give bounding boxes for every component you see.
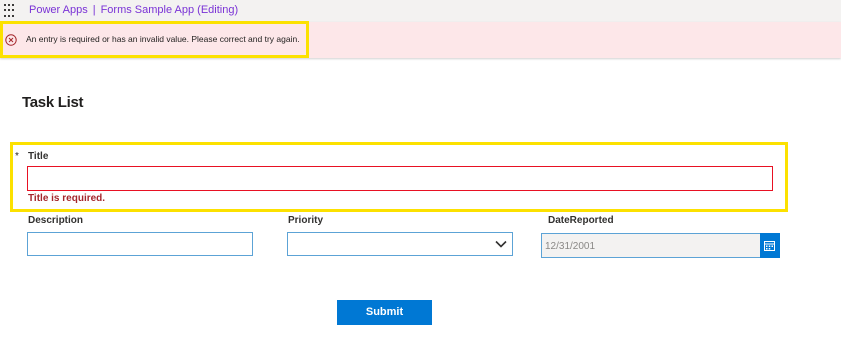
calendar-button[interactable] (760, 233, 780, 258)
error-banner-message: An entry is required or has an invalid v… (26, 34, 300, 44)
error-banner: An entry is required or has an invalid v… (0, 22, 841, 58)
form-title: Task List (22, 94, 84, 111)
title-error-message: Title is required. (28, 193, 106, 204)
date-reported-input[interactable]: 12/31/2001 (541, 233, 761, 258)
app-name[interactable]: Power Apps (29, 4, 88, 16)
priority-label: Priority (288, 215, 324, 226)
app-header: Power Apps | Forms Sample App (Editing) (0, 0, 841, 22)
title-label: Title (28, 151, 49, 162)
calendar-icon (764, 241, 775, 251)
app-brand: Power Apps | Forms Sample App (Editing) (29, 4, 238, 16)
description-input[interactable] (27, 232, 253, 256)
header-separator: | (92, 4, 96, 16)
error-circle-icon (5, 34, 17, 46)
date-reported-label: DateReported (548, 215, 614, 226)
app-launcher-icon[interactable] (4, 4, 18, 18)
title-input[interactable] (27, 166, 773, 191)
required-marker: * (15, 151, 19, 162)
chevron-down-icon (495, 240, 507, 248)
app-title: Forms Sample App (Editing) (100, 4, 239, 16)
submit-button[interactable]: Submit (337, 300, 432, 325)
description-label: Description (28, 215, 84, 226)
priority-dropdown[interactable] (287, 232, 513, 256)
